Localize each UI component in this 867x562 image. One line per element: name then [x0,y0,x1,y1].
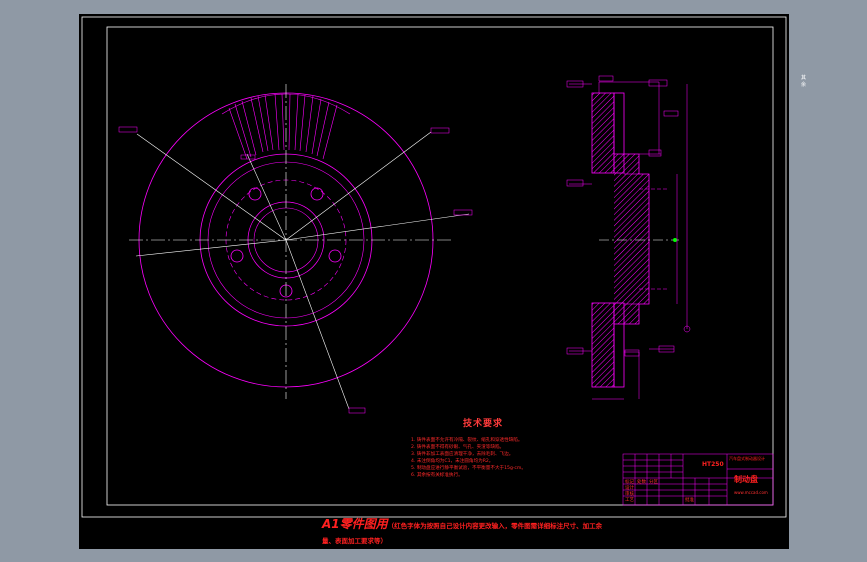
front-view [118,84,473,414]
section-view [566,75,691,400]
surface-roughness-note: 其余 [801,75,807,88]
footer-note: A1零件图用（红色字体为按照自己设计内容更改输入，零件图需详细标注尺寸、加工余 [322,518,792,533]
title-block-label: 工艺 [625,498,634,503]
requirement-item: 5. 制动盘应进行静平衡试验，不平衡量不大于15g·cm。 [411,466,526,471]
technical-requirements-list: 1. 铸件表面不允许有冷隔、裂纹、缩孔和穿透性缺陷。 2. 铸件表面不得有砂眼、… [411,437,621,479]
footer-main: A1零件图用 [322,517,388,531]
title-block-material: HT250 [702,461,724,468]
drawing-sheet: 其余 技术要求 1. 铸件表面不允许有冷隔、裂纹、缩孔和穿透性缺陷。 2. 铸件… [79,14,806,549]
title-block-label: 处数 [637,480,646,485]
title-block-label: 分区 [649,480,658,485]
title-block-site: www.mccad.com [734,490,768,495]
requirement-item: 2. 铸件表面不得有砂眼、气孔、夹渣等缺陷。 [411,445,505,450]
inner-frame [106,26,774,506]
center-marker [673,238,677,242]
technical-requirements-title: 技术要求 [463,419,504,429]
requirement-item: 6. 其余按有关标准执行。 [411,473,463,478]
footer-note-line2: 量、表面加工要求等） [322,537,387,545]
requirement-item: 3. 铸件非加工表面应清理干净，去除毛刺、飞边。 [411,452,514,457]
title-block-drawing-no: 汽车盘式制动器设计 [729,456,765,461]
requirement-item: 1. 铸件表面不允许有冷隔、裂纹、缩孔和穿透性缺陷。 [411,438,523,443]
title-block-label: 批准 [685,498,694,503]
footer-note-text: （红色字体为按照自己设计内容更改输入，零件图需详细标注尺寸、加工余 [387,522,603,530]
requirement-item: 4. 未注倒角均为C1，未注圆角均为R2。 [411,459,494,464]
title-block-part-name: 制动盘 [734,475,758,484]
